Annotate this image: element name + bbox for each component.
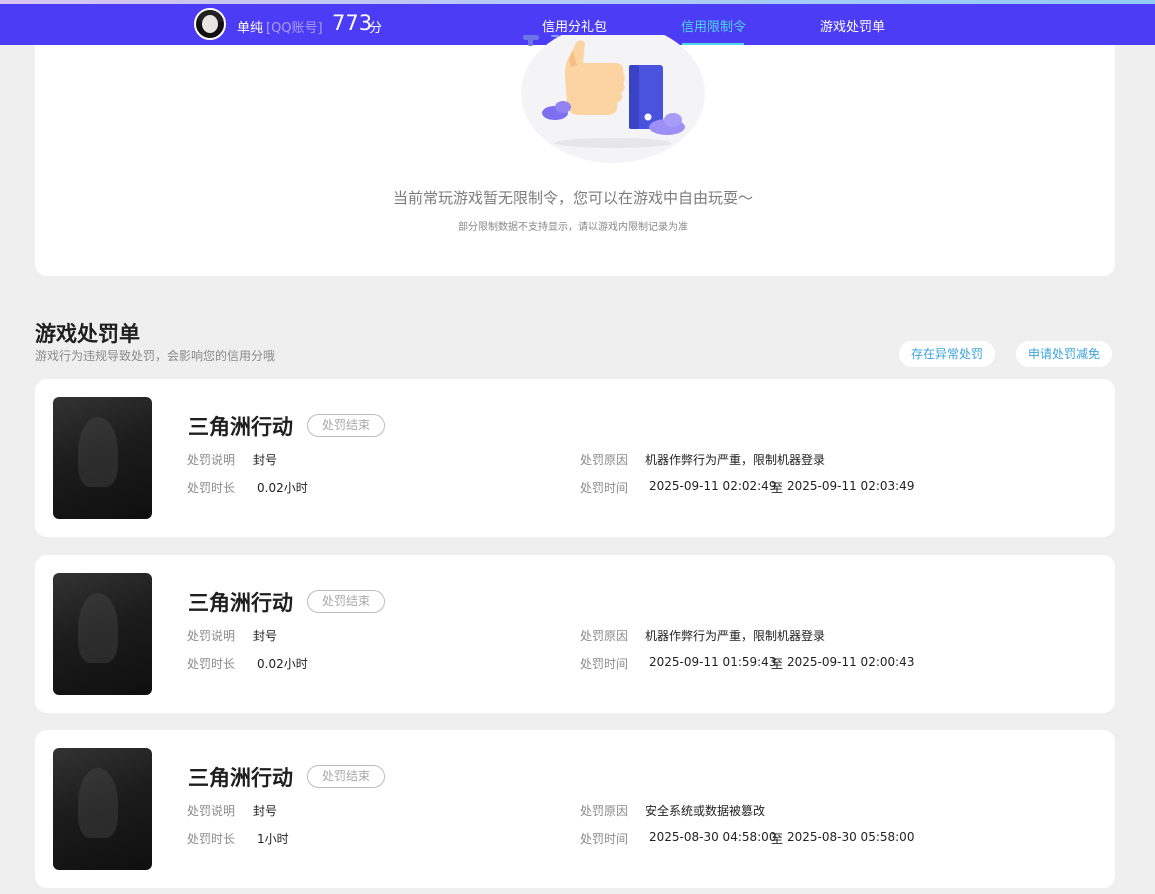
penalty-section-subtitle: 游戏行为违规导致处罚，会影响您的信用分哦 bbox=[35, 349, 276, 363]
penalty-time-label: 处罚时间 bbox=[580, 832, 629, 846]
penalty-desc-value: 封号 bbox=[253, 804, 278, 818]
game-title: 三角洲行动 bbox=[188, 766, 293, 790]
thumbs-up-illustration-icon bbox=[521, 35, 705, 163]
penalty-time-start: 2025-09-11 02:02:49 bbox=[649, 479, 777, 493]
penalty-time-end: 2025-09-11 02:00:43 bbox=[787, 655, 915, 669]
penalty-reason-value: 机器作弊行为严重，限制机器登录 bbox=[645, 629, 826, 643]
status-badge: 处罚结束 bbox=[307, 590, 385, 613]
user-name: 单纯 bbox=[237, 21, 264, 36]
penalty-card[interactable]: 三角洲行动 处罚结束 处罚说明 封号 处罚时长 0.02小时 处罚原因 机器作弊… bbox=[35, 379, 1115, 537]
penalty-time-to: 至 bbox=[771, 481, 784, 495]
penalty-reason-label: 处罚原因 bbox=[580, 629, 629, 643]
penalty-reason-value: 机器作弊行为严重，限制机器登录 bbox=[645, 453, 826, 467]
penalty-duration-label: 处罚时长 bbox=[187, 832, 236, 846]
penalty-desc-label: 处罚说明 bbox=[187, 453, 236, 467]
game-thumbnail bbox=[53, 397, 152, 519]
apply-reduction-button[interactable]: 申请处罚减免 bbox=[1016, 341, 1113, 367]
penalty-time-start: 2025-08-30 04:58:00 bbox=[649, 830, 777, 844]
penalty-time-label: 处罚时间 bbox=[580, 657, 629, 671]
penalty-card[interactable]: 三角洲行动 处罚结束 处罚说明 封号 处罚时长 0.02小时 处罚原因 机器作弊… bbox=[35, 555, 1115, 713]
penalty-time-end: 2025-08-30 05:58:00 bbox=[787, 830, 915, 844]
game-thumbnail bbox=[53, 748, 152, 870]
penalty-desc-label: 处罚说明 bbox=[187, 629, 236, 643]
penalty-duration-label: 处罚时长 bbox=[187, 481, 236, 495]
penalty-reason-label: 处罚原因 bbox=[580, 453, 629, 467]
restriction-empty-text: 当前常玩游戏暂无限制令，您可以在游戏中自由玩耍～ bbox=[392, 189, 753, 207]
tab-credit-gift[interactable]: 信用分礼包 bbox=[542, 16, 607, 35]
penalty-time-to: 至 bbox=[771, 832, 784, 846]
credit-score: 773 bbox=[332, 11, 373, 35]
status-badge: 处罚结束 bbox=[307, 414, 385, 437]
tab-game-penalty[interactable]: 游戏处罚单 bbox=[820, 16, 885, 35]
penalty-card[interactable]: 三角洲行动 处罚结束 处罚说明 封号 处罚时长 1小时 处罚原因 安全系统或数据… bbox=[35, 730, 1115, 888]
penalty-desc-label: 处罚说明 bbox=[187, 804, 236, 818]
abnormal-penalty-button[interactable]: 存在异常处罚 bbox=[899, 341, 996, 367]
restriction-panel: 当前常玩游戏暂无限制令，您可以在游戏中自由玩耍～ 部分限制数据不支持显示，请以游… bbox=[35, 35, 1115, 276]
penalty-time-to: 至 bbox=[771, 657, 784, 671]
penalty-reason-value: 安全系统或数据被篡改 bbox=[645, 804, 766, 818]
penalty-time-start: 2025-09-11 01:59:43 bbox=[649, 655, 777, 669]
game-title: 三角洲行动 bbox=[188, 415, 293, 439]
penalty-duration-value: 0.02小时 bbox=[257, 481, 308, 495]
penalty-desc-value: 封号 bbox=[253, 629, 278, 643]
tab-credit-restriction[interactable]: 信用限制令 bbox=[681, 16, 746, 35]
game-title: 三角洲行动 bbox=[188, 591, 293, 615]
penalty-duration-value: 1小时 bbox=[257, 832, 289, 846]
penalty-duration-value: 0.02小时 bbox=[257, 657, 308, 671]
restriction-note: 部分限制数据不支持显示，请以游戏内限制记录为准 bbox=[458, 222, 688, 233]
penalty-desc-value: 封号 bbox=[253, 453, 278, 467]
penalty-time-label: 处罚时间 bbox=[580, 481, 629, 495]
avatar[interactable] bbox=[194, 8, 226, 40]
penalty-reason-label: 处罚原因 bbox=[580, 804, 629, 818]
score-unit: 分 bbox=[369, 21, 383, 36]
penalty-section-title: 游戏处罚单 bbox=[35, 322, 140, 346]
account-type: [QQ账号] bbox=[266, 21, 323, 36]
status-badge: 处罚结束 bbox=[307, 765, 385, 788]
penalty-duration-label: 处罚时长 bbox=[187, 657, 236, 671]
penalty-time-end: 2025-09-11 02:03:49 bbox=[787, 479, 915, 493]
avatar-face bbox=[202, 15, 218, 33]
game-thumbnail bbox=[53, 573, 152, 695]
